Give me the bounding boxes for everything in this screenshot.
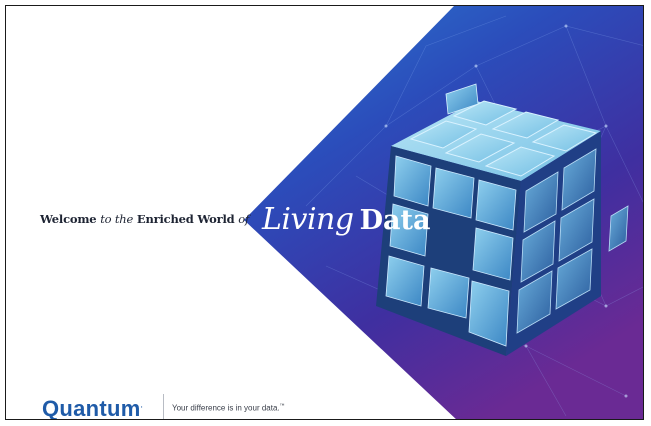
logo-divider bbox=[163, 394, 164, 419]
welcome-part2: to the bbox=[100, 212, 134, 226]
tagline: Your difference is in your data.™ bbox=[172, 403, 285, 413]
trademark-mark: ™ bbox=[279, 403, 285, 409]
welcome-part1: Welcome bbox=[40, 212, 101, 226]
welcome-part3: Enriched World bbox=[133, 212, 239, 226]
headline-word-living: Living bbox=[262, 202, 354, 237]
logo-text: Quantum bbox=[42, 396, 141, 420]
page: Welcome to the Enriched World of Living D… bbox=[0, 0, 651, 426]
headline: Living Data bbox=[262, 202, 430, 237]
logo-mark: . bbox=[140, 402, 143, 410]
headline-word-data: Data bbox=[359, 205, 431, 236]
slide-frame: Welcome to the Enriched World of Living D… bbox=[5, 5, 644, 420]
welcome-text: Welcome to the Enriched World of bbox=[40, 212, 249, 226]
tagline-text: Your difference is in your data. bbox=[172, 403, 280, 413]
welcome-part4: of bbox=[238, 212, 250, 226]
quantum-logo: Quantum. bbox=[42, 396, 143, 420]
